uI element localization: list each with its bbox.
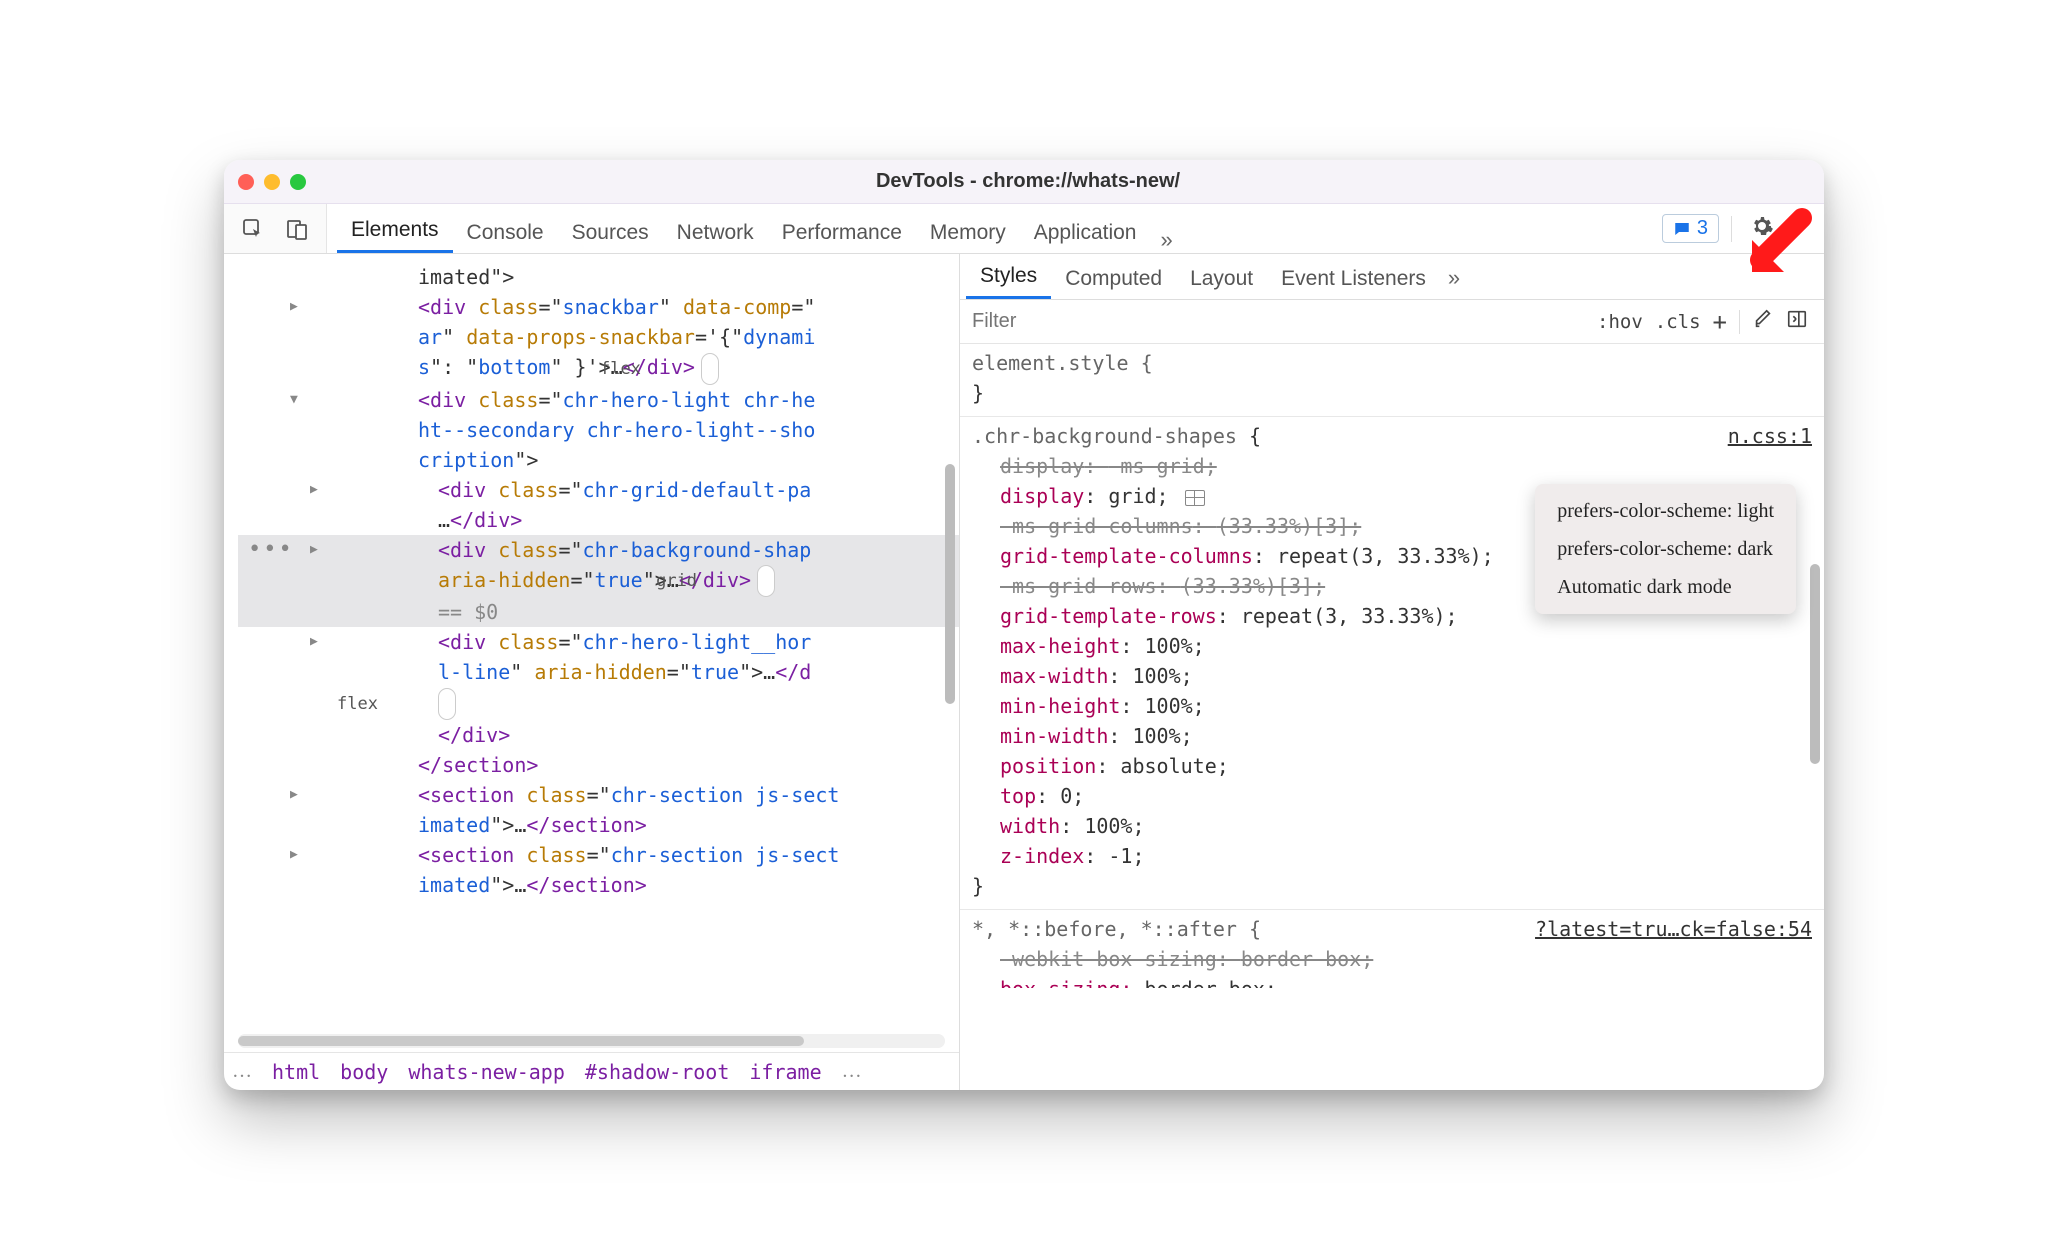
- selector[interactable]: *, *::before, *::after {: [972, 917, 1261, 941]
- tab-memory[interactable]: Memory: [916, 211, 1020, 253]
- issues-badge[interactable]: 3: [1662, 214, 1719, 243]
- popup-item[interactable]: prefers-color-scheme: dark: [1553, 530, 1778, 568]
- window-title: DevTools - chrome://whats-new/: [306, 170, 1750, 193]
- computed-sidebar-toggle-icon[interactable]: [1780, 306, 1814, 337]
- dom-node[interactable]: flex: [438, 687, 959, 720]
- dom-tree[interactable]: imated"> <div class="snackbar" data-comp…: [224, 254, 959, 1034]
- horizontal-scrollbar[interactable]: [238, 1034, 945, 1048]
- style-rule[interactable]: ?latest=tru…ck=false:54 *, *::before, *:…: [960, 910, 1824, 996]
- selector[interactable]: element.style {: [972, 351, 1153, 375]
- dom-node[interactable]: imated">…</section>: [418, 870, 959, 900]
- device-toolbar-icon[interactable]: [284, 216, 310, 242]
- popup-item[interactable]: Automatic dark mode: [1553, 568, 1778, 606]
- css-declaration[interactable]: min-height: 100%;: [972, 691, 1812, 721]
- popup-item[interactable]: prefers-color-scheme: light: [1553, 492, 1778, 530]
- cls-toggle[interactable]: .cls: [1649, 309, 1707, 335]
- dom-node[interactable]: <div class="chr-hero-light chr-he: [418, 385, 959, 415]
- css-declaration[interactable]: z-index: -1;: [972, 841, 1812, 871]
- close-window-button[interactable]: [238, 174, 254, 190]
- css-declaration[interactable]: display: -ms-grid;: [972, 451, 1812, 481]
- layout-badge[interactable]: flex: [438, 688, 456, 720]
- new-style-rule-button[interactable]: +: [1707, 306, 1733, 338]
- dom-node[interactable]: imated">…</section>: [418, 810, 959, 840]
- breadcrumb-item[interactable]: #shadow-root: [585, 1060, 730, 1084]
- breadcrumb-more-left[interactable]: …: [232, 1060, 252, 1083]
- grid-editor-icon[interactable]: [1185, 490, 1205, 506]
- breadcrumb-item[interactable]: html: [272, 1060, 320, 1084]
- css-source-link[interactable]: ?latest=tru…ck=false:54: [1535, 914, 1812, 944]
- dom-node[interactable]: l-line" aria-hidden="true">…</d: [438, 657, 959, 687]
- dom-node[interactable]: ar" data-props-snackbar='{"dynami: [418, 322, 959, 352]
- subtab-styles[interactable]: Styles: [966, 254, 1051, 299]
- subtab-layout[interactable]: Layout: [1176, 257, 1267, 299]
- ellipsis-icon[interactable]: •••: [248, 535, 294, 565]
- subtab-event-listeners[interactable]: Event Listeners: [1267, 257, 1440, 299]
- tab-application[interactable]: Application: [1020, 211, 1151, 253]
- layout-badge[interactable]: grid: [757, 565, 775, 597]
- render-emulation-icon[interactable]: [1746, 306, 1780, 337]
- rendering-emulation-popup: prefers-color-scheme: light prefers-colo…: [1535, 484, 1796, 614]
- css-declaration[interactable]: -webkit-box-sizing: border-box;: [972, 944, 1812, 974]
- dom-node[interactable]: </div>: [438, 720, 959, 750]
- issues-count: 3: [1697, 217, 1708, 240]
- devtools-window: DevTools - chrome://whats-new/ Elements …: [224, 160, 1824, 1090]
- zoom-window-button[interactable]: [290, 174, 306, 190]
- tab-network[interactable]: Network: [663, 211, 768, 253]
- inspect-element-icon[interactable]: [240, 216, 266, 242]
- dom-node-selected[interactable]: <div class="chr-background-shap: [438, 535, 959, 565]
- tab-elements[interactable]: Elements: [337, 208, 453, 253]
- dom-node[interactable]: cription">: [418, 445, 959, 475]
- breadcrumb-item[interactable]: whats-new-app: [408, 1060, 565, 1084]
- vertical-scrollbar[interactable]: [945, 464, 955, 704]
- tab-sources[interactable]: Sources: [558, 211, 663, 253]
- subtab-computed[interactable]: Computed: [1051, 257, 1176, 299]
- css-declaration[interactable]: max-height: 100%;: [972, 631, 1812, 661]
- more-tabs-icon[interactable]: »: [1150, 227, 1182, 253]
- dom-node[interactable]: <section class="chr-section js-sect: [418, 780, 959, 810]
- dom-node[interactable]: </section>: [418, 750, 959, 780]
- subtabs: Styles Computed Layout Event Listeners »: [960, 254, 1824, 300]
- breadcrumb-item[interactable]: iframe: [749, 1060, 821, 1084]
- main-toolbar: Elements Console Sources Network Perform…: [224, 204, 1824, 254]
- style-rule[interactable]: element.style { }: [960, 344, 1824, 417]
- layout-badge[interactable]: flex: [701, 353, 719, 385]
- more-subtabs-icon[interactable]: »: [1440, 265, 1468, 299]
- tab-performance[interactable]: Performance: [768, 211, 916, 253]
- breadcrumb-item[interactable]: body: [340, 1060, 388, 1084]
- css-declaration[interactable]: min-width: 100%;: [972, 721, 1812, 751]
- dom-node[interactable]: <div class="chr-hero-light__hor: [438, 627, 959, 657]
- css-declaration[interactable]: top: 0;: [972, 781, 1812, 811]
- more-options-icon[interactable]: [1788, 214, 1808, 243]
- hov-toggle[interactable]: :hov: [1591, 309, 1649, 335]
- vertical-scrollbar[interactable]: [1810, 564, 1820, 764]
- dom-node[interactable]: imated">: [418, 262, 959, 292]
- styles-filter-input[interactable]: [970, 309, 1591, 334]
- elements-panel: imated"> <div class="snackbar" data-comp…: [224, 254, 960, 1090]
- styles-filter-row: :hov .cls +: [960, 300, 1824, 344]
- dom-node[interactable]: s": "bottom" }'>…</div>flex: [418, 352, 959, 385]
- tab-console[interactable]: Console: [453, 211, 558, 253]
- selector[interactable]: .chr-background-shapes {: [972, 424, 1261, 448]
- dom-node[interactable]: ht--secondary chr-hero-light--sho: [418, 415, 959, 445]
- breadcrumb[interactable]: … html body whats-new-app #shadow-root i…: [224, 1052, 959, 1090]
- dom-node[interactable]: …</div>: [438, 505, 959, 535]
- settings-gear-icon[interactable]: [1744, 214, 1780, 243]
- minimize-window-button[interactable]: [264, 174, 280, 190]
- css-declaration[interactable]: box-sizing: border-box;: [972, 974, 1812, 988]
- css-declaration[interactable]: width: 100%;: [972, 811, 1812, 841]
- dom-node[interactable]: <div class="snackbar" data-comp=": [418, 292, 959, 322]
- window-controls: [238, 174, 306, 190]
- dom-node[interactable]: <div class="chr-grid-default-pa: [438, 475, 959, 505]
- titlebar: DevTools - chrome://whats-new/: [224, 160, 1824, 204]
- css-declaration[interactable]: max-width: 100%;: [972, 661, 1812, 691]
- dom-node-selected[interactable]: aria-hidden="true">…</div>grid: [438, 565, 959, 598]
- panel-tabs: Elements Console Sources Network Perform…: [327, 204, 1658, 253]
- styles-panel: Styles Computed Layout Event Listeners »…: [960, 254, 1824, 1090]
- css-declaration[interactable]: position: absolute;: [972, 751, 1812, 781]
- dom-console-ref: == $0: [438, 597, 959, 627]
- css-source-link[interactable]: n.css:1: [1728, 421, 1812, 451]
- dom-node[interactable]: <section class="chr-section js-sect: [418, 840, 959, 870]
- styles-rules[interactable]: element.style { } n.css:1 .chr-backgroun…: [960, 344, 1824, 1090]
- breadcrumb-more-right[interactable]: …: [842, 1060, 862, 1083]
